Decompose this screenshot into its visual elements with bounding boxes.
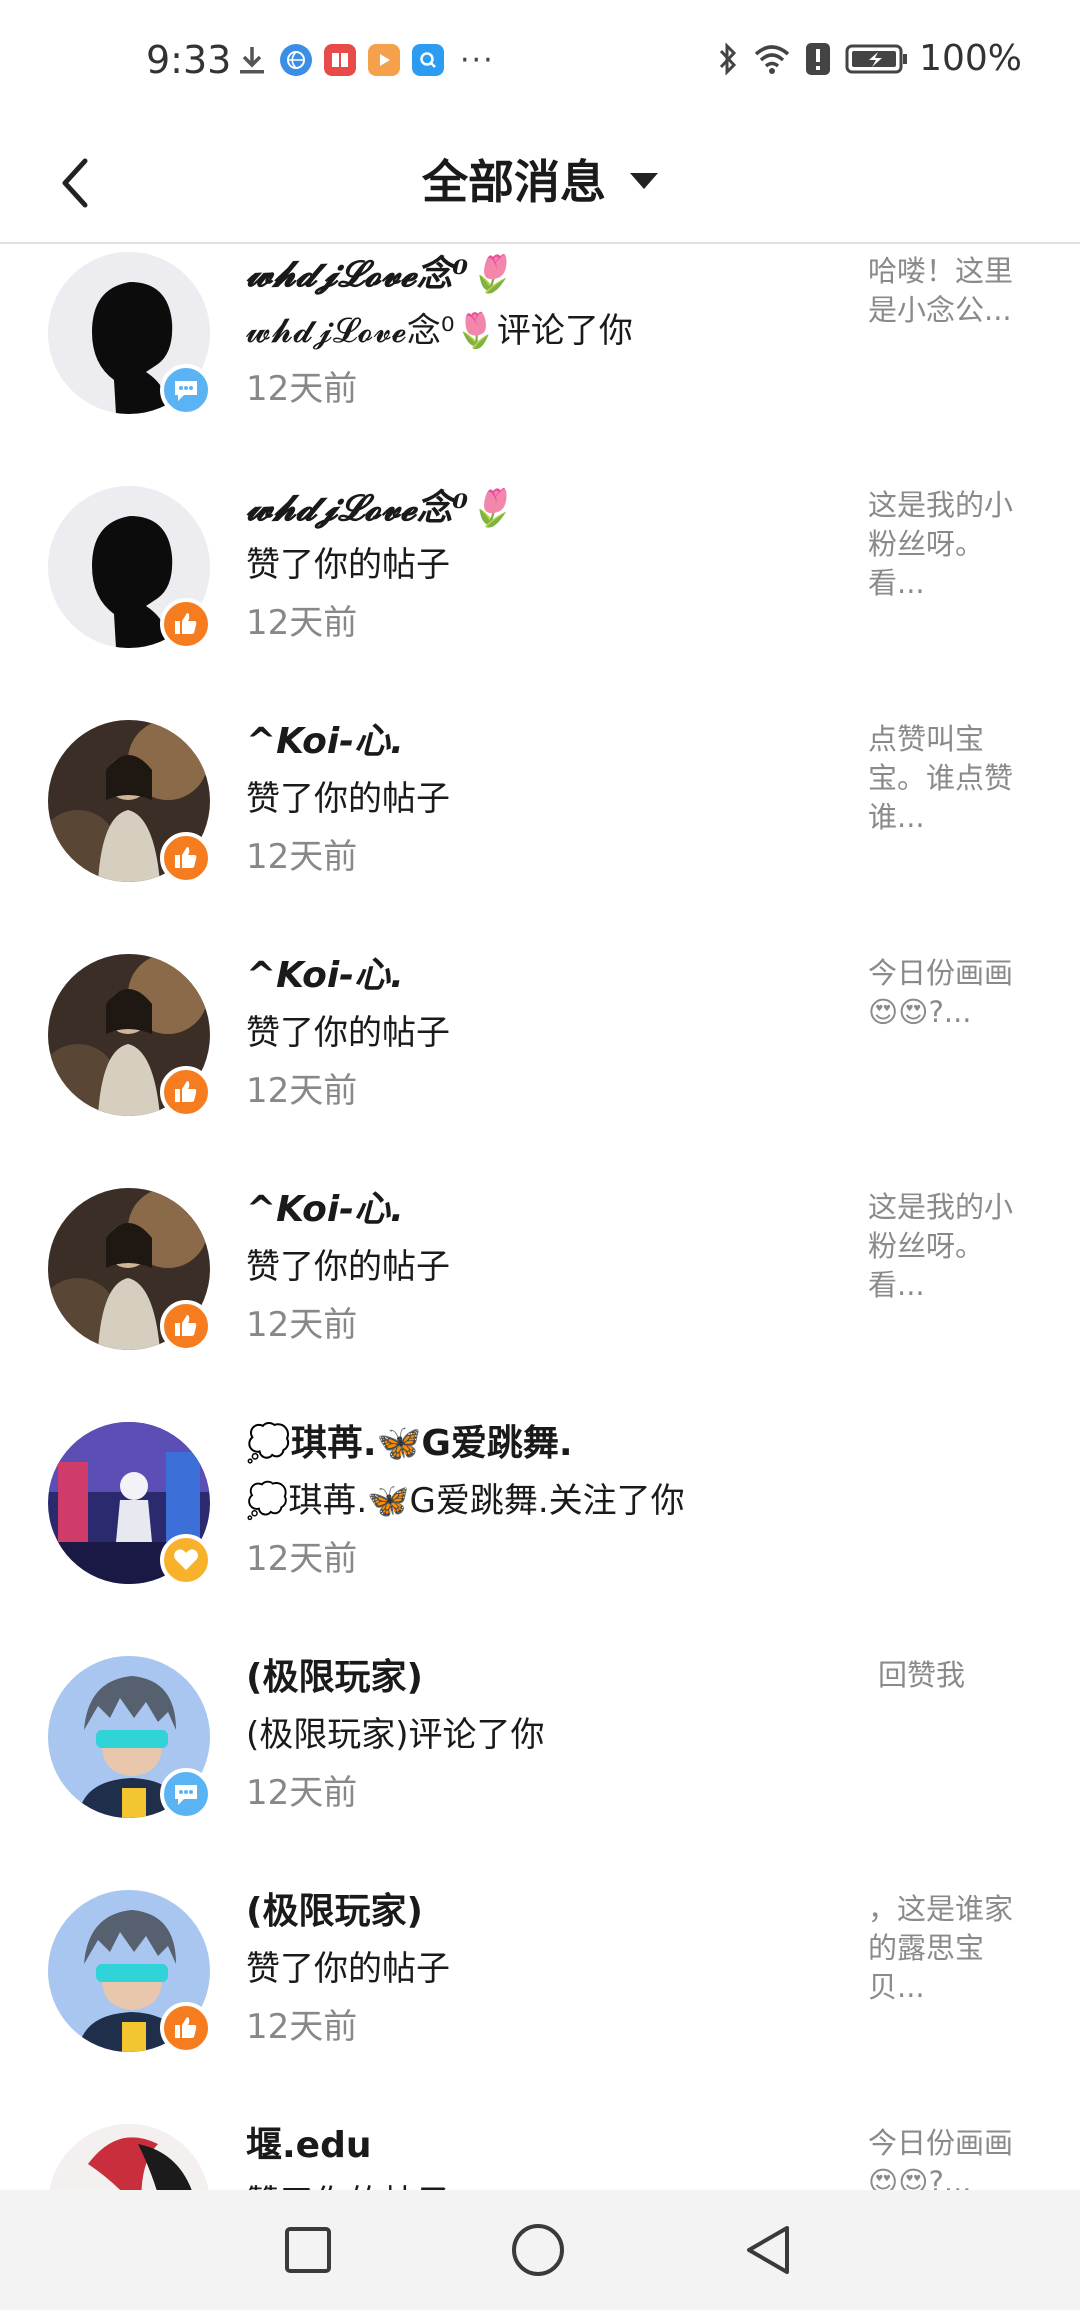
browser-app-icon — [280, 44, 312, 76]
like-badge-icon — [160, 598, 212, 650]
message-time: 12天前 — [246, 603, 358, 643]
bluetooth-icon — [717, 41, 739, 77]
post-preview[interactable]: 这是我的小粉丝呀。看... — [868, 486, 1028, 603]
battery-icon — [845, 43, 909, 75]
message-action: (极限玩家)评论了你 — [246, 1715, 545, 1755]
system-nav-bar — [0, 2190, 1080, 2310]
avatar[interactable] — [48, 1656, 212, 1820]
avatar[interactable] — [48, 1422, 212, 1586]
comment-badge-icon — [160, 1768, 212, 1820]
status-time: 9:33 — [146, 38, 232, 82]
status-bar: 9:33 ··· 100% — [0, 0, 1080, 122]
triangle-back-icon — [747, 2226, 789, 2274]
status-system-icons: 100% — [703, 38, 1022, 79]
message-item[interactable]: 💭琪苒.🦋G爱跳舞. 💭琪苒.🦋G爱跳舞.关注了你 12天前 — [0, 1418, 1080, 1652]
sender-name[interactable]: (极限玩家) — [246, 1652, 846, 1704]
circle-icon — [512, 2224, 564, 2276]
battery-percent: 100% — [919, 38, 1022, 79]
back-nav-button[interactable] — [738, 2220, 798, 2280]
post-preview[interactable]: 哈喽！这里是小念公... — [868, 252, 1028, 330]
message-action: 赞了你的帖子 — [246, 545, 450, 585]
sender-name[interactable]: 𝔀𝓱𝓭𝓳𝓛𝓸𝓿𝓮念⁰🌷 — [246, 482, 846, 534]
avatar[interactable] — [48, 1890, 212, 2054]
video-app-icon — [368, 44, 400, 76]
message-filter-dropdown[interactable]: 全部消息 — [0, 146, 1080, 212]
header: 全部消息 — [0, 122, 1080, 244]
caret-down-icon — [630, 173, 658, 189]
post-preview[interactable]: 今日份画画😍😍?... — [868, 2124, 1028, 2190]
avatar[interactable] — [48, 954, 212, 1118]
like-badge-icon — [160, 1300, 212, 1352]
sender-name[interactable]: 𝔀𝓱𝓭𝓳𝓛𝓸𝓿𝓮念⁰🌷 — [246, 248, 846, 300]
avatar[interactable] — [48, 1188, 212, 1352]
post-preview[interactable]: 回赞我 — [878, 1656, 1038, 1695]
page-title: 全部消息 — [422, 155, 606, 209]
comment-badge-icon — [160, 364, 212, 416]
recents-button[interactable] — [278, 2220, 338, 2280]
message-item[interactable]: (极限玩家) 赞了你的帖子 12天前 ，这是谁家的露思宝贝... — [0, 1886, 1080, 2120]
message-time: 12天前 — [246, 1071, 358, 1111]
message-action: 💭琪苒.🦋G爱跳舞.关注了你 — [246, 1481, 685, 1521]
message-time: 12天前 — [246, 369, 358, 409]
status-notification-icons: ··· — [236, 40, 495, 80]
message-time: 12天前 — [246, 1773, 358, 1813]
message-list[interactable]: 𝔀𝓱𝓭𝓳𝓛𝓸𝓿𝓮念⁰🌷 𝔀𝓱𝓭𝓳𝓛𝓸𝓿𝓮念⁰🌷评论了你 12天前 哈喽！这里是小… — [0, 246, 1080, 2190]
message-item[interactable]: 𝔀𝓱𝓭𝓳𝓛𝓸𝓿𝓮念⁰🌷 赞了你的帖子 12天前 这是我的小粉丝呀。看... — [0, 482, 1080, 716]
home-button[interactable] — [508, 2220, 568, 2280]
square-icon — [285, 2227, 331, 2273]
message-action: 赞了你的帖子 — [246, 1013, 450, 1053]
wifi-icon — [753, 43, 791, 75]
sender-name[interactable]: (极限玩家) — [246, 1886, 846, 1938]
message-item[interactable]: 堰.edu 赞了你的帖子 今日份画画😍😍?... — [0, 2120, 1080, 2190]
message-action: 赞了你的帖子 — [246, 1247, 450, 1287]
sender-name[interactable]: 堰.edu — [246, 2120, 846, 2172]
message-item[interactable]: ^Koi-心. 赞了你的帖子 12天前 今日份画画😍😍?... — [0, 950, 1080, 1184]
alert-icon — [805, 42, 831, 76]
more-notifications: ··· — [460, 42, 495, 78]
message-item[interactable]: ^Koi-心. 赞了你的帖子 12天前 点赞叫宝宝。谁点赞谁... — [0, 716, 1080, 950]
reader-app-icon — [324, 44, 356, 76]
avatar[interactable] — [48, 486, 212, 650]
sender-name[interactable]: ^Koi-心. — [246, 716, 846, 768]
message-action: 赞了你的帖子 — [246, 2174, 846, 2190]
sender-name[interactable]: 💭琪苒.🦋G爱跳舞. — [246, 1418, 846, 1470]
message-action: 赞了你的帖子 — [246, 1949, 450, 1989]
avatar[interactable] — [48, 2124, 210, 2190]
message-item[interactable]: ^Koi-心. 赞了你的帖子 12天前 这是我的小粉丝呀。看... — [0, 1184, 1080, 1418]
avatar[interactable] — [48, 252, 212, 416]
post-preview[interactable]: 今日份画画😍😍?... — [868, 954, 1028, 1032]
post-preview[interactable]: 这是我的小粉丝呀。看... — [868, 1188, 1028, 1305]
download-icon — [236, 44, 268, 76]
post-preview[interactable]: 点赞叫宝宝。谁点赞谁... — [868, 720, 1028, 837]
message-time: 12天前 — [246, 1539, 358, 1579]
message-time: 12天前 — [246, 837, 358, 877]
message-time: 12天前 — [246, 2007, 358, 2047]
like-badge-icon — [160, 832, 212, 884]
sender-name[interactable]: ^Koi-心. — [246, 1184, 846, 1236]
avatar[interactable] — [48, 720, 212, 884]
heart-badge-icon — [160, 1534, 212, 1586]
like-badge-icon — [160, 1066, 212, 1118]
like-badge-icon — [160, 2002, 212, 2054]
message-time: 12天前 — [246, 1305, 358, 1345]
message-item[interactable]: 𝔀𝓱𝓭𝓳𝓛𝓸𝓿𝓮念⁰🌷 𝔀𝓱𝓭𝓳𝓛𝓸𝓿𝓮念⁰🌷评论了你 12天前 哈喽！这里是小… — [0, 248, 1080, 482]
message-item[interactable]: (极限玩家) (极限玩家)评论了你 12天前 回赞我 — [0, 1652, 1080, 1886]
sender-name[interactable]: ^Koi-心. — [246, 950, 846, 1002]
post-preview[interactable]: ，这是谁家的露思宝贝... — [868, 1890, 1028, 2007]
message-action: 赞了你的帖子 — [246, 779, 450, 819]
message-action: 𝔀𝓱𝓭𝓳𝓛𝓸𝓿𝓮念⁰🌷评论了你 — [246, 311, 633, 351]
search-app-icon — [412, 44, 444, 76]
